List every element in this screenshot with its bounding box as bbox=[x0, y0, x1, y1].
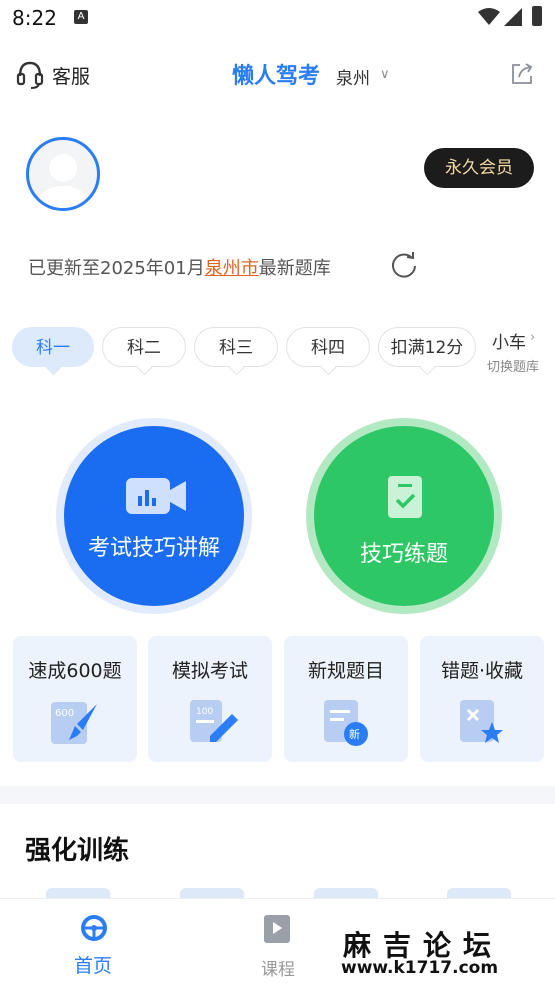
city-selector[interactable]: 泉州 bbox=[336, 64, 370, 89]
update-city-link[interactable]: 泉州市 bbox=[205, 258, 259, 279]
svg-text:600: 600 bbox=[55, 708, 74, 719]
exam-tips-lecture-label: 考试技巧讲解 bbox=[87, 536, 220, 561]
section-title: 强化训练 bbox=[25, 836, 130, 866]
user-placeholder-icon bbox=[37, 154, 89, 208]
app-header: 客服 懒人驾考 泉州 ∨ bbox=[0, 38, 555, 116]
svg-text:新: 新 bbox=[349, 727, 360, 741]
intensive-training-section: 强化训练 bbox=[0, 804, 555, 904]
course-book-icon[interactable] bbox=[262, 913, 292, 945]
mock-exam-label: 模拟考试 bbox=[171, 660, 248, 682]
share-icon[interactable] bbox=[510, 62, 534, 86]
notification-icon: A bbox=[74, 10, 88, 24]
video-camera-icon bbox=[126, 478, 186, 514]
svg-text:100: 100 bbox=[196, 707, 213, 717]
status-bar: 8:22 A bbox=[0, 0, 555, 38]
update-suffix: 最新题库 bbox=[258, 258, 331, 279]
headset-icon bbox=[16, 61, 44, 89]
wrong-favorites-label: 错题·收藏 bbox=[440, 660, 524, 682]
customer-service-button[interactable]: 客服 bbox=[16, 60, 90, 90]
chevron-down-icon[interactable]: ∨ bbox=[380, 67, 390, 82]
tips-practice-button[interactable]: 技巧练题 bbox=[306, 418, 502, 614]
vip-badge[interactable]: 永久会员 bbox=[424, 148, 534, 188]
nav-course[interactable]: 课程 bbox=[261, 955, 295, 980]
steering-wheel-icon[interactable] bbox=[79, 913, 109, 943]
wrong-star-icon bbox=[460, 700, 503, 743]
vehicle-type-label[interactable]: 小车 bbox=[492, 328, 526, 353]
battery-icon bbox=[532, 6, 542, 26]
refresh-icon[interactable] bbox=[390, 250, 418, 278]
nav-home[interactable]: 首页 bbox=[74, 951, 112, 978]
chevron-right-icon[interactable]: › bbox=[530, 330, 535, 345]
avatar[interactable] bbox=[26, 137, 100, 211]
question-bank-update-text: 已更新至2025年01月泉州市最新题库 bbox=[28, 254, 331, 280]
status-time: 8:22 bbox=[12, 6, 57, 30]
feature-grid: 速成600题 600 模拟考试 100 新规题目 新 错题·收藏 bbox=[0, 626, 555, 786]
new-rules-card[interactable]: 新规题目 新 bbox=[284, 636, 408, 762]
main-actions: 考试技巧讲解 技巧练题 bbox=[0, 388, 555, 626]
new-rules-icon: 新 bbox=[324, 700, 368, 746]
quick-600-label: 速成600题 bbox=[28, 660, 122, 682]
profile-card: 永久会员 已更新至2025年01月泉州市最新题库 bbox=[0, 116, 555, 310]
watermark: 麻吉论坛 www.k1717.com bbox=[327, 920, 547, 982]
customer-service-label: 客服 bbox=[52, 65, 91, 88]
quick-600-card[interactable]: 速成600题 600 bbox=[13, 636, 137, 762]
mock-exam-card[interactable]: 模拟考试 100 bbox=[148, 636, 272, 762]
checklist-icon bbox=[388, 476, 422, 518]
exam-tips-lecture-button[interactable]: 考试技巧讲解 bbox=[56, 418, 252, 614]
wifi-icon bbox=[478, 8, 500, 25]
new-rules-label: 新规题目 bbox=[307, 660, 384, 682]
exam-pencil-icon: 100 bbox=[190, 700, 238, 742]
signal-icon bbox=[504, 8, 522, 26]
subject-tab-bar: 科一 科二 科三 科四 扣满12分 小车 › 切换题库 bbox=[0, 310, 555, 388]
tips-practice-label: 技巧练题 bbox=[359, 542, 448, 567]
rocket-600-icon: 600 bbox=[51, 702, 97, 744]
update-prefix: 已更新至2025年01月 bbox=[28, 258, 205, 279]
app-title: 懒人驾考 bbox=[232, 64, 321, 89]
wrong-favorites-card[interactable]: 错题·收藏 bbox=[420, 636, 544, 762]
watermark-url: www.k1717.com bbox=[341, 958, 499, 978]
switch-bank-label[interactable]: 切换题库 bbox=[487, 356, 539, 375]
